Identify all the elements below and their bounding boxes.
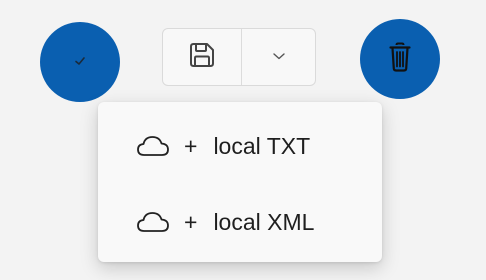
plus-label: + [184, 208, 198, 235]
cloud-icon [136, 134, 170, 158]
confirm-button[interactable] [40, 22, 120, 102]
save-split-button [162, 28, 316, 86]
delete-button[interactable] [360, 19, 440, 99]
chevron-down-icon [272, 48, 286, 66]
save-options-dropdown-button[interactable] [242, 29, 315, 85]
save-icon [186, 39, 218, 76]
app-canvas: + local TXT + local XML [0, 0, 486, 280]
checkmark-icon [74, 53, 86, 71]
menu-item-label: local XML [213, 208, 315, 235]
trash-icon [389, 42, 411, 77]
cloud-icon [136, 210, 170, 234]
save-button[interactable] [163, 29, 241, 85]
menu-item-local-txt[interactable]: + local TXT [98, 122, 382, 170]
save-options-menu: + local TXT + local XML [98, 102, 382, 262]
plus-label: + [184, 132, 198, 159]
menu-item-label: local TXT [213, 132, 311, 159]
menu-item-local-xml[interactable]: + local XML [98, 198, 382, 246]
